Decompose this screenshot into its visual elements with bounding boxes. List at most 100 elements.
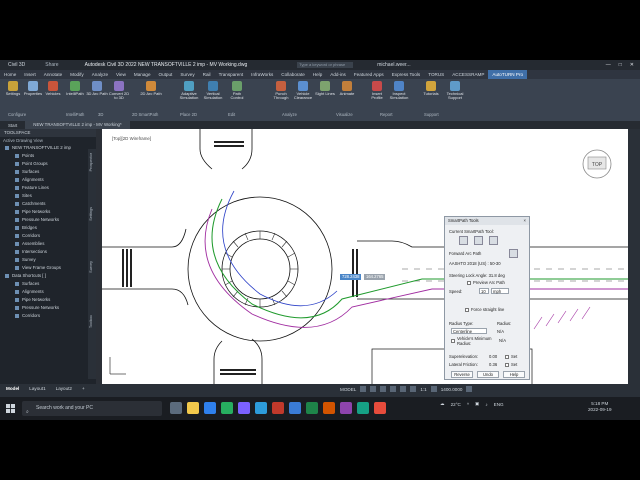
autocad-icon[interactable] <box>272 402 284 414</box>
ribbon-btn-path-control[interactable]: Path Control <box>226 81 248 101</box>
dialog-close-icon[interactable]: × <box>524 217 529 225</box>
civil3d-icon[interactable] <box>357 402 369 414</box>
ribbon-tab-manage[interactable]: Manage <box>130 72 155 77</box>
radius-type-select[interactable]: Centerline <box>451 328 487 334</box>
weather-temp[interactable]: 22°C <box>451 402 461 407</box>
windows-start-icon[interactable] <box>6 404 15 413</box>
ribbon-btn-vehicle-clearance[interactable]: Vehicle Clearance <box>292 81 314 101</box>
reverse-button[interactable]: Reverse <box>451 371 473 378</box>
close-button[interactable]: ✕ <box>630 62 634 68</box>
ribbon-btn-adaptive-simulation[interactable]: Adaptive Simulation <box>178 81 200 101</box>
tree-item[interactable]: View Frame Groups <box>3 264 96 272</box>
tree-item[interactable]: Corridors <box>3 312 96 320</box>
tree-item[interactable]: Pressure Networks <box>3 216 96 224</box>
vehicle-icon[interactable] <box>509 249 518 258</box>
minimize-button[interactable]: — <box>606 62 611 68</box>
snap-icon[interactable] <box>370 386 377 392</box>
ribbon-tab-featured-apps[interactable]: Featured Apps <box>350 72 388 77</box>
ribbon-tab-rail[interactable]: Rail <box>199 72 215 77</box>
workspace-switcher[interactable]: Civil 3D <box>8 62 25 68</box>
tab-start[interactable]: Start <box>0 123 25 128</box>
tab-layout1[interactable]: Layout1 <box>29 386 45 391</box>
ribbon-tab-autoturn-pro[interactable]: AutoTURN Pro <box>488 70 528 79</box>
ribbon-btn-convert-2d-to-3d[interactable]: Convert 2D to 3D <box>108 81 130 101</box>
customize-icon[interactable] <box>466 386 473 392</box>
tree-item[interactable]: Survey <box>3 256 96 264</box>
ribbon-btn-3d-arc-path[interactable]: 3D Arc Path <box>86 81 108 96</box>
ribbon-tab-view[interactable]: View <box>112 72 130 77</box>
ribbon-tab-output[interactable]: Output <box>155 72 177 77</box>
model-space-toggle[interactable]: MODEL <box>340 387 356 392</box>
tab-model[interactable]: Model <box>6 386 19 391</box>
outlook-icon[interactable] <box>255 402 267 414</box>
volume-icon[interactable]: ♪ <box>485 402 487 407</box>
tree-item[interactable]: Sites <box>3 192 96 200</box>
tab-toolbox[interactable]: Toolbox <box>89 315 93 328</box>
ribbon-tab-collaborate[interactable]: Collaborate <box>277 72 309 77</box>
superelevation-set-checkbox[interactable] <box>505 355 509 359</box>
ribbon-btn-vertical-simulation[interactable]: Vertical Simulation <box>202 81 224 101</box>
undo-button[interactable]: Undo <box>477 371 499 378</box>
lateral-friction-set-checkbox[interactable] <box>505 363 509 367</box>
ribbon-tab-analyze[interactable]: Analyze <box>88 72 112 77</box>
search-input[interactable]: Type a keyword or phrase <box>297 62 354 68</box>
annotation-scale[interactable]: 1:1 <box>420 387 426 392</box>
preview-arc-checkbox[interactable] <box>467 281 471 285</box>
tree-item[interactable]: Surfaces <box>3 280 96 288</box>
taskbar-search-input[interactable]: ⌕ Search work and your PC <box>22 401 162 416</box>
toolspace-view-selector[interactable]: Active Drawing View <box>0 137 96 144</box>
ribbon-btn-settings[interactable]: Settings <box>2 81 24 96</box>
tab-settings[interactable]: Settings <box>89 207 93 221</box>
navcube-label[interactable]: TOP <box>592 162 603 168</box>
weather-icon[interactable]: ☁ <box>440 401 445 407</box>
user-account[interactable]: michael.weer... <box>377 62 410 68</box>
force-straight-checkbox[interactable] <box>465 308 469 312</box>
arc-path-tool-icon[interactable] <box>459 236 468 245</box>
tree-item[interactable]: Pipe Networks <box>3 208 96 216</box>
tab-layout2[interactable]: Layout2 <box>56 386 72 391</box>
ribbon-btn-technical-support[interactable]: Technical Support <box>444 81 466 101</box>
ribbon-tab-insert[interactable]: Insert <box>20 72 40 77</box>
reverse-path-tool-icon[interactable] <box>474 236 483 245</box>
ribbon-btn-punch-through[interactable]: Punch Through <box>270 81 292 101</box>
ribbon-btn-intellipath[interactable]: IntelliPath <box>64 81 86 96</box>
ribbon-tab-modify[interactable]: Modify <box>66 72 88 77</box>
ribbon-btn-2d-arc-path[interactable]: 2D Arc Path <box>140 81 162 96</box>
tree-item[interactable]: Intersections <box>3 248 96 256</box>
ribbon-tab-add-ins[interactable]: Add-ins <box>326 72 350 77</box>
tree-item[interactable]: Catchments <box>3 200 96 208</box>
vehicle-min-radius-checkbox[interactable] <box>451 339 455 343</box>
ribbon-btn-vehicles[interactable]: Vehicles <box>42 81 64 96</box>
edge-icon[interactable] <box>204 402 216 414</box>
excel-icon[interactable] <box>306 402 318 414</box>
tree-item[interactable]: Bridges <box>3 224 96 232</box>
tree-item[interactable]: Alignments <box>3 288 96 296</box>
tab-survey[interactable]: Survey <box>89 261 93 273</box>
tray-overflow-icon[interactable]: ^ <box>467 402 469 407</box>
powerpoint-icon[interactable] <box>323 402 335 414</box>
network-icon[interactable]: ▣ <box>475 401 479 407</box>
tree-item[interactable]: Points <box>3 152 96 160</box>
straight-path-tool-icon[interactable] <box>489 236 498 245</box>
onenote-icon[interactable] <box>340 402 352 414</box>
ribbon-tab-annotate[interactable]: Annotate <box>40 72 66 77</box>
ortho-icon[interactable] <box>380 386 387 392</box>
tree-data-shortcuts[interactable]: Data Shortcuts [ ] <box>3 272 96 280</box>
tree-item[interactable]: Alignments <box>3 176 96 184</box>
maximize-button[interactable]: □ <box>619 62 622 68</box>
speed-unit-select[interactable]: mph <box>491 288 509 294</box>
ribbon-btn-animate[interactable]: Animate <box>336 81 358 96</box>
tab-prospector[interactable]: Prospector <box>89 153 93 171</box>
ribbon-tab-help[interactable]: Help <box>309 72 326 77</box>
word-icon[interactable] <box>289 402 301 414</box>
workspace-icon[interactable] <box>430 386 437 392</box>
ribbon-btn-tutorials[interactable]: Tutorials <box>420 81 442 96</box>
tab-drawing[interactable]: NEW TRANSOFTVILLE 2 imp - MV Working* <box>25 121 130 129</box>
share-button[interactable]: Share <box>45 62 58 68</box>
grid-icon[interactable] <box>360 386 367 392</box>
help-button[interactable]: Help <box>503 371 525 378</box>
tree-item[interactable]: Feature Lines <box>3 184 96 192</box>
ribbon-tab-transparent[interactable]: Transparent <box>215 72 248 77</box>
ribbon-btn-properties[interactable]: Properties <box>22 81 44 96</box>
tree-item[interactable]: Assemblies <box>3 240 96 248</box>
